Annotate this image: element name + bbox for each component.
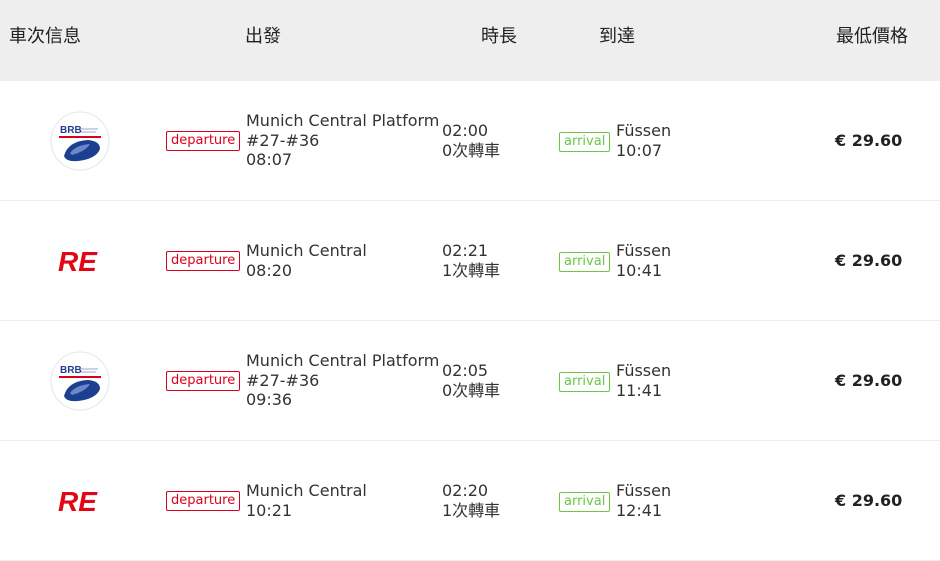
svg-text:BRB: BRB	[60, 365, 82, 376]
price: € 29.60	[835, 131, 903, 150]
transfers: 1次轉車	[442, 501, 501, 520]
re-logo-icon: RE	[58, 486, 98, 517]
price: € 29.60	[835, 251, 903, 270]
departure-station: Munich Central	[246, 481, 367, 500]
departure-time: 09:36	[246, 390, 293, 409]
header-duration: 時長	[481, 26, 517, 47]
departure-time: 10:21	[246, 501, 293, 520]
arrival-time: 10:07	[616, 141, 663, 160]
duration: 02:05	[442, 361, 489, 380]
transfers: 1次轉車	[442, 261, 501, 280]
transfers: 0次轉車	[442, 381, 501, 400]
arrival-time: 10:41	[616, 261, 663, 280]
departure-station: Munich Central Platform	[246, 111, 440, 130]
arrival-tag: arrival	[559, 492, 611, 512]
arrival-time: 12:41	[616, 501, 663, 520]
departure-tag: departure	[166, 491, 241, 511]
departure-time: 08:07	[246, 150, 293, 169]
arrival-station: Füssen	[616, 121, 672, 140]
header-train-info: 車次信息	[9, 26, 81, 47]
departure-time: 08:20	[246, 261, 293, 280]
table-header: 車次信息 出發 時長 到達 最低價格	[0, 0, 940, 81]
duration: 02:00	[442, 121, 489, 140]
departure-tag: departure	[166, 251, 241, 271]
header-lowest-price: 最低價格	[836, 26, 908, 47]
price: € 29.60	[835, 491, 903, 510]
arrival-station: Füssen	[616, 481, 672, 500]
duration: 02:20	[442, 481, 489, 500]
brb-logo-icon: BRB	[50, 351, 110, 411]
train-row[interactable]: BRB departure Munich Central Platform #2…	[0, 81, 940, 201]
duration: 02:21	[442, 241, 489, 260]
brb-logo-icon: BRB	[50, 111, 110, 171]
arrival-station: Füssen	[616, 241, 672, 260]
train-row[interactable]: BRB departure Munich Central Platform #2…	[0, 321, 940, 441]
departure-platform: #27-#36	[246, 131, 320, 150]
re-logo-icon: RE	[58, 246, 98, 277]
departure-station: Munich Central	[246, 241, 367, 260]
arrival-tag: arrival	[559, 252, 611, 272]
departure-tag: departure	[166, 131, 241, 151]
departure-tag: departure	[166, 371, 241, 391]
transfers: 0次轉車	[442, 141, 501, 160]
price: € 29.60	[835, 371, 903, 390]
departure-platform: #27-#36	[246, 371, 320, 390]
departure-station: Munich Central Platform	[246, 351, 440, 370]
arrival-tag: arrival	[559, 132, 611, 152]
svg-text:RE: RE	[58, 246, 98, 277]
header-departure: 出發	[245, 26, 281, 47]
svg-text:RE: RE	[58, 486, 98, 517]
svg-text:BRB: BRB	[60, 125, 82, 136]
header-arrival: 到達	[599, 26, 635, 47]
train-row[interactable]: RE departure Munich Central 10:21 02:20 …	[0, 441, 940, 561]
train-row[interactable]: RE departure Munich Central 08:20 02:21 …	[0, 201, 940, 321]
arrival-tag: arrival	[559, 372, 611, 392]
arrival-time: 11:41	[616, 381, 663, 400]
arrival-station: Füssen	[616, 361, 672, 380]
